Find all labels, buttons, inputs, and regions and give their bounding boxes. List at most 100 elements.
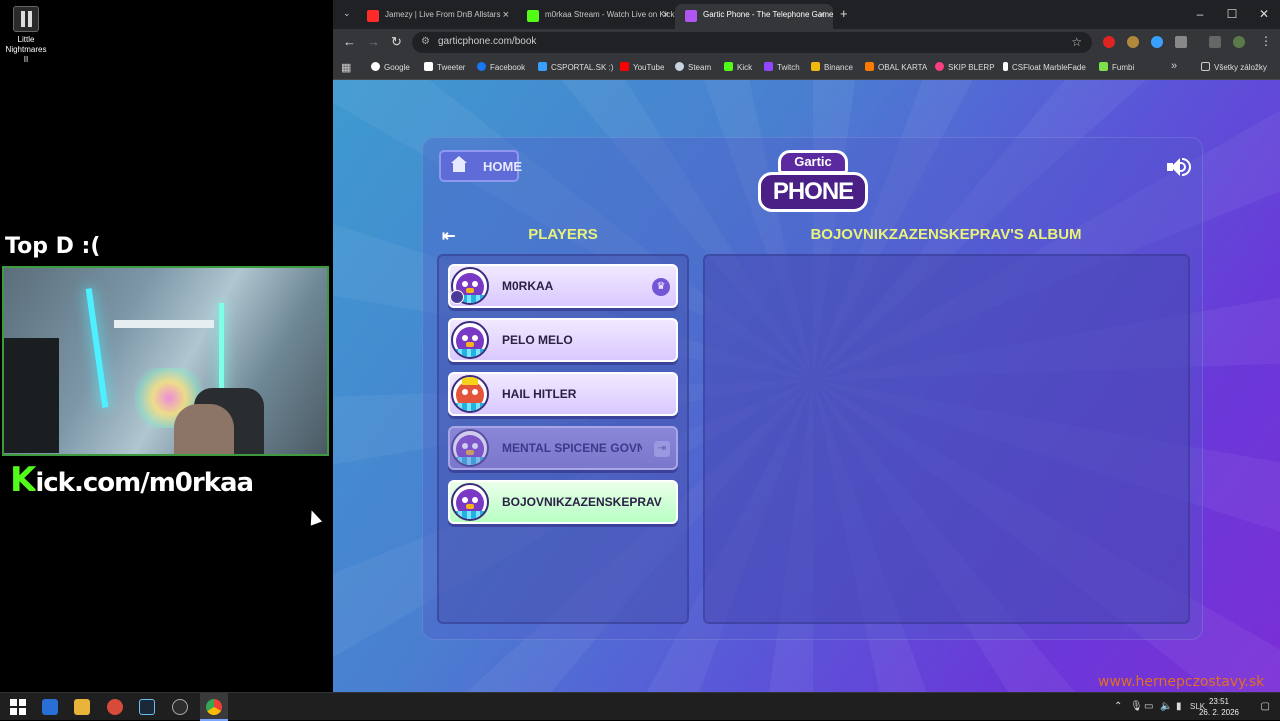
gartic-favicon-icon xyxy=(685,10,697,22)
more-bookmarks-icon[interactable]: » xyxy=(1171,60,1177,72)
bookmark-csfloat[interactable]: CSFloat MarbleFade xyxy=(1003,62,1086,72)
player-row-pelo-melo[interactable]: PELO MELO xyxy=(448,318,678,362)
bookmark-google[interactable]: Google xyxy=(371,62,410,72)
player-name: HAIL HITLER xyxy=(502,387,577,401)
windows-start-icon[interactable] xyxy=(10,699,26,715)
battery-icon[interactable]: ▮ xyxy=(1176,701,1182,712)
clock-time: 23:51 xyxy=(1208,697,1230,706)
chrome-icon[interactable] xyxy=(206,699,222,715)
back-icon[interactable]: ← xyxy=(343,34,356,49)
close-tab-icon[interactable]: × xyxy=(819,9,825,21)
player-avatar xyxy=(451,483,489,521)
player-name: BOJOVNIKZAZENSKEPRAV xyxy=(502,495,662,509)
you-user-icon xyxy=(450,290,464,304)
overlay-title: Top D :( xyxy=(5,234,101,259)
player-row-hail-hitler[interactable]: HAIL HITLER xyxy=(448,372,678,416)
browser-toolbar: ← → ↻ ⚙ garticphone.com/book ☆ ⋮ xyxy=(333,29,1280,56)
player-row-bojovnik[interactable]: BOJOVNIKZAZENSKEPRAV xyxy=(448,480,678,524)
bookmark-twitch[interactable]: Twitch xyxy=(764,62,800,72)
network-icon[interactable]: ▭ xyxy=(1144,701,1153,712)
system-tray: ⌃ 🎙 ▭ 🔈 ▮ SLK 23:51 26. 2. 2026 ▢ xyxy=(1110,693,1280,721)
bookmark-skip-blerp[interactable]: SKIP BLERP xyxy=(935,62,995,72)
bookmark-tweeter[interactable]: Tweeter xyxy=(424,62,465,72)
player-row-mental-spicene[interactable]: MENTAL SPICENE GOVN ⇥ xyxy=(448,426,678,470)
close-tab-icon[interactable]: × xyxy=(503,9,509,21)
player-row-m0rkaa[interactable]: M0RKAA ♛ xyxy=(448,264,678,308)
home-button[interactable]: HOME xyxy=(439,150,522,182)
obs-icon[interactable] xyxy=(172,699,188,715)
host-crown-icon: ♛ xyxy=(652,278,670,296)
tray-overflow-chevron-icon[interactable]: ⌃ xyxy=(1114,701,1122,712)
new-tab-icon[interactable]: + xyxy=(840,6,848,21)
steam-icon[interactable] xyxy=(139,699,155,715)
chrome-alt-icon[interactable] xyxy=(107,699,123,715)
game-icon xyxy=(13,6,39,32)
tab-title: m0rkaa Stream - Watch Live on Kick xyxy=(545,10,675,19)
extension-owl-icon[interactable] xyxy=(1127,36,1139,48)
tab-strip: ⌄ Jamezy | Live From DnB Allstars × m0rk… xyxy=(333,0,1280,29)
player-name: MENTAL SPICENE GOVN xyxy=(502,441,642,455)
home-button-label: HOME xyxy=(483,159,522,174)
close-window-icon[interactable]: ✕ xyxy=(1248,0,1280,29)
bookmark-facebook[interactable]: Facebook xyxy=(477,62,525,72)
gartic-phone-logo: Gartic PHONE xyxy=(758,150,868,216)
windows-taskbar: ⌃ 🎙 ▭ 🔈 ▮ SLK 23:51 26. 2. 2026 ▢ xyxy=(0,692,1280,721)
album-content-panel xyxy=(703,254,1190,624)
album-heading: BOJOVNIKZAZENSKEPRAV'S ALBUM xyxy=(810,226,1082,243)
close-tab-icon[interactable]: × xyxy=(663,9,669,21)
desktop-shortcut-little-nightmares[interactable]: Little Nightmares II xyxy=(4,6,48,65)
kick-banner-text: ick.com/m0rkaa xyxy=(35,468,254,498)
notifications-icon[interactable]: ▢ xyxy=(1261,701,1270,712)
microphone-icon[interactable]: 🎙 xyxy=(1130,701,1143,712)
all-bookmarks-folder[interactable]: Všetky záložky xyxy=(1201,62,1267,72)
volume-icon[interactable]: 🔈 xyxy=(1160,701,1172,712)
bookmarks-bar: ▦ Google Tweeter Facebook CSPORTAL.SK :)… xyxy=(333,56,1280,80)
extensions-puzzle-icon[interactable] xyxy=(1175,36,1187,48)
clock-date: 26. 2. 2026 xyxy=(1198,708,1240,717)
bookmark-star-icon[interactable]: ☆ xyxy=(1071,35,1082,49)
bookmark-youtube[interactable]: YouTube xyxy=(620,62,664,72)
player-name: M0RKAA xyxy=(502,279,554,293)
bookmark-binance[interactable]: Binance xyxy=(811,62,853,72)
address-bar[interactable]: ⚙ garticphone.com/book ☆ xyxy=(412,32,1092,53)
app-pinned-blue-icon[interactable] xyxy=(42,699,58,715)
gartic-book-page: HOME Gartic PHONE ⇤ PLAYERS BOJOVNIKZAZE… xyxy=(333,80,1280,692)
profile-avatar-icon[interactable] xyxy=(1233,36,1245,48)
player-avatar xyxy=(451,429,489,467)
tab-search-chevron-icon[interactable]: ⌄ xyxy=(343,8,351,19)
maximize-icon[interactable]: ☐ xyxy=(1216,0,1248,29)
tab-title: Gartic Phone - The Telephone Game xyxy=(703,10,833,19)
bookmark-steam[interactable]: Steam xyxy=(675,62,711,72)
apps-grid-icon[interactable]: ▦ xyxy=(341,61,351,74)
forward-icon[interactable]: → xyxy=(367,34,380,49)
kick-logo-letter: K xyxy=(10,460,36,500)
kick-channel-banner: Kick.com/m0rkaa xyxy=(10,460,254,500)
reading-list-icon[interactable] xyxy=(1209,36,1221,48)
bookmark-kick[interactable]: Kick xyxy=(724,62,752,72)
extension-wave-icon[interactable] xyxy=(1151,36,1163,48)
bookmark-csportal[interactable]: CSPORTAL.SK :) xyxy=(538,62,613,72)
player-left-icon: ⇥ xyxy=(654,441,670,457)
exit-arrow-icon[interactable]: ⇤ xyxy=(442,226,455,246)
players-heading: PLAYERS xyxy=(528,226,598,243)
youtube-favicon-icon xyxy=(367,10,379,22)
tab-title: Jamezy | Live From DnB Allstars xyxy=(385,10,501,19)
sound-toggle-icon[interactable] xyxy=(1165,156,1191,178)
bookmark-obal-karta[interactable]: OBAL KARTA xyxy=(865,62,927,72)
url-text: garticphone.com/book xyxy=(438,36,537,47)
extension-red-icon[interactable] xyxy=(1103,36,1115,48)
home-icon xyxy=(451,156,467,172)
file-explorer-icon[interactable] xyxy=(74,699,90,715)
tab-jamezy[interactable]: Jamezy | Live From DnB Allstars × xyxy=(357,4,517,29)
minimize-icon[interactable]: – xyxy=(1184,0,1216,29)
browser-menu-icon[interactable]: ⋮ xyxy=(1260,34,1272,48)
site-info-icon[interactable]: ⚙ xyxy=(421,36,430,47)
site-watermark: www.hernepczostavy.sk xyxy=(1098,674,1265,690)
tab-gartic-phone[interactable]: Gartic Phone - The Telephone Game × xyxy=(675,4,833,29)
bookmark-fumbi[interactable]: Fumbi xyxy=(1099,62,1134,72)
tab-kick-stream[interactable]: m0rkaa Stream - Watch Live on Kick × xyxy=(517,4,677,29)
clock[interactable]: 23:51 26. 2. 2026 xyxy=(1194,696,1244,718)
logo-bottom-text: PHONE xyxy=(758,172,868,212)
reload-icon[interactable]: ↻ xyxy=(391,34,402,50)
desktop-shortcut-label: Little Nightmares II xyxy=(5,35,47,64)
